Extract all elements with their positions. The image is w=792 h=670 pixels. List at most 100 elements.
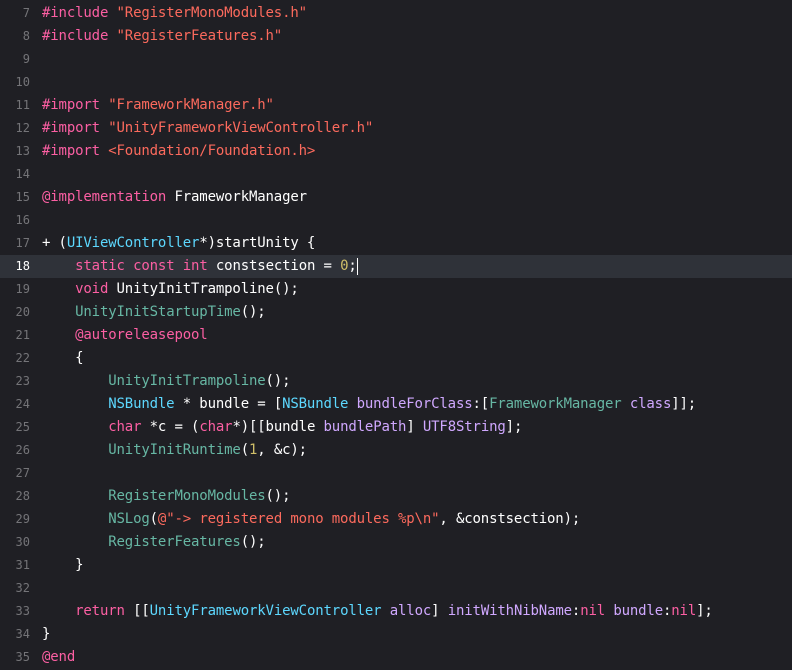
- code-line[interactable]: 27: [0, 462, 792, 485]
- code-text: @autoreleasepool: [42, 324, 208, 347]
- code-token: ();: [240, 534, 266, 550]
- code-line[interactable]: 20 UnityInitStartupTime();: [0, 301, 792, 324]
- code-text: {: [42, 347, 83, 370]
- code-line[interactable]: 30 RegisterFeatures();: [0, 531, 792, 554]
- code-editor[interactable]: 7 #include "RegisterMonoModules.h" 8 #inclu…: [0, 0, 792, 670]
- code-token: }: [42, 626, 51, 642]
- code-line[interactable]: 34}: [0, 623, 792, 646]
- code-text: NSBundle * bundle = [NSBundle bundleForC…: [42, 393, 696, 416]
- line-number: 12: [15, 121, 30, 135]
- code-line[interactable]: 12 #import "UnityFrameworkViewController.…: [0, 117, 792, 140]
- code-line[interactable]: 14: [0, 163, 792, 186]
- code-line[interactable]: 23 UnityInitTrampoline();: [0, 370, 792, 393]
- code-token: int: [182, 258, 208, 274]
- code-text: UnityInitStartupTime();: [42, 301, 266, 324]
- code-token: bundlePath: [323, 419, 407, 435]
- code-token: + (: [42, 235, 67, 251]
- code-text: #import "UnityFrameworkViewController.h": [42, 117, 373, 140]
- code-token: UTF8String: [422, 419, 506, 435]
- code-text: + (UIViewController*)startUnity {: [42, 232, 315, 255]
- code-line[interactable]: 13 #import <Foundation/Foundation.h>: [0, 140, 792, 163]
- code-line[interactable]: 24 NSBundle * bundle = [NSBundle bundleF…: [0, 393, 792, 416]
- code-token: #include: [42, 5, 109, 21]
- code-token: return: [75, 603, 125, 619]
- code-line[interactable]: 8 #include "RegisterFeatures.h": [0, 25, 792, 48]
- code-line[interactable]: 26 UnityInitRuntime(1, &c);: [0, 439, 792, 462]
- code-text: }: [42, 554, 83, 577]
- code-line[interactable]: 28 RegisterMonoModules();: [0, 485, 792, 508]
- code-token: #import: [42, 120, 100, 136]
- code-line[interactable]: 9: [0, 48, 792, 71]
- line-number: 35: [15, 650, 30, 664]
- code-line[interactable]: 33 return [[UnityFrameworkViewController…: [0, 600, 792, 623]
- code-line[interactable]: 35 @end: [0, 646, 792, 669]
- code-token: NSBundle: [108, 396, 175, 412]
- line-number: 31: [15, 558, 30, 572]
- code-line[interactable]: 31 }: [0, 554, 792, 577]
- code-line[interactable]: 10: [0, 71, 792, 94]
- code-token: ;: [348, 258, 357, 274]
- code-token: }: [75, 557, 84, 573]
- code-line[interactable]: 15 @implementation FrameworkManager: [0, 186, 792, 209]
- code-token: UnityInitTrampoline: [108, 373, 266, 389]
- code-token: <Foundation/Foundation.h>: [108, 143, 316, 159]
- line-number: 17: [15, 236, 30, 250]
- code-token: FrameworkManager: [489, 396, 622, 412]
- code-line[interactable]: 21 @autoreleasepool: [0, 324, 792, 347]
- line-number: 32: [15, 581, 30, 595]
- code-token: UnityInitRuntime: [108, 442, 241, 458]
- code-token: *c = (: [141, 419, 200, 435]
- code-line[interactable]: 11 #import "FrameworkManager.h": [0, 94, 792, 117]
- code-line[interactable]: 25 char *c = (char*)[[bundle bundlePath]…: [0, 416, 792, 439]
- code-line[interactable]: 7 #include "RegisterMonoModules.h": [0, 2, 792, 25]
- code-token: #import: [42, 143, 100, 159]
- code-token: alloc: [389, 603, 432, 619]
- code-line[interactable]: 17 + (UIViewController*)startUnity {: [0, 232, 792, 255]
- line-number: 22: [15, 351, 30, 365]
- line-number: 8: [22, 29, 30, 43]
- code-text: #import "FrameworkManager.h": [42, 94, 274, 117]
- code-line[interactable]: 16: [0, 209, 792, 232]
- code-token: UnityInitStartupTime: [75, 304, 241, 320]
- code-token: @autoreleasepool: [75, 327, 208, 343]
- code-line[interactable]: 18 static const int constsection = 0;: [0, 255, 792, 278]
- line-number: 14: [15, 167, 30, 181]
- code-text: static const int constsection = 0;: [42, 255, 358, 278]
- code-text: void UnityInitTrampoline();: [42, 278, 299, 301]
- code-token: ]: [406, 419, 423, 435]
- line-number: 34: [15, 627, 30, 641]
- code-token: UIViewController: [66, 235, 200, 251]
- line-number: 26: [15, 443, 30, 457]
- line-number: 24: [15, 397, 30, 411]
- code-line[interactable]: 32: [0, 577, 792, 600]
- code-line[interactable]: 29 NSLog(@"-> registered mono modules %p…: [0, 508, 792, 531]
- code-text: UnityInitTrampoline();: [42, 370, 290, 393]
- code-line[interactable]: 22 {: [0, 347, 792, 370]
- code-text: RegisterMonoModules();: [42, 485, 290, 508]
- code-token: RegisterMonoModules: [108, 488, 266, 504]
- code-token: ();: [265, 488, 291, 504]
- code-token: (: [240, 442, 249, 458]
- line-number: 9: [22, 52, 30, 66]
- code-text: #include "RegisterMonoModules.h": [42, 2, 307, 25]
- code-token: #include: [42, 28, 109, 44]
- code-text: #import <Foundation/Foundation.h>: [42, 140, 315, 163]
- code-line[interactable]: 19 void UnityInitTrampoline();: [0, 278, 792, 301]
- code-token: "RegisterMonoModules.h": [116, 5, 308, 21]
- code-text: char *c = (char*)[[bundle bundlePath] UT…: [42, 416, 522, 439]
- line-number: 23: [15, 374, 30, 388]
- code-token: char: [199, 419, 233, 435]
- code-token: RegisterFeatures: [108, 534, 241, 550]
